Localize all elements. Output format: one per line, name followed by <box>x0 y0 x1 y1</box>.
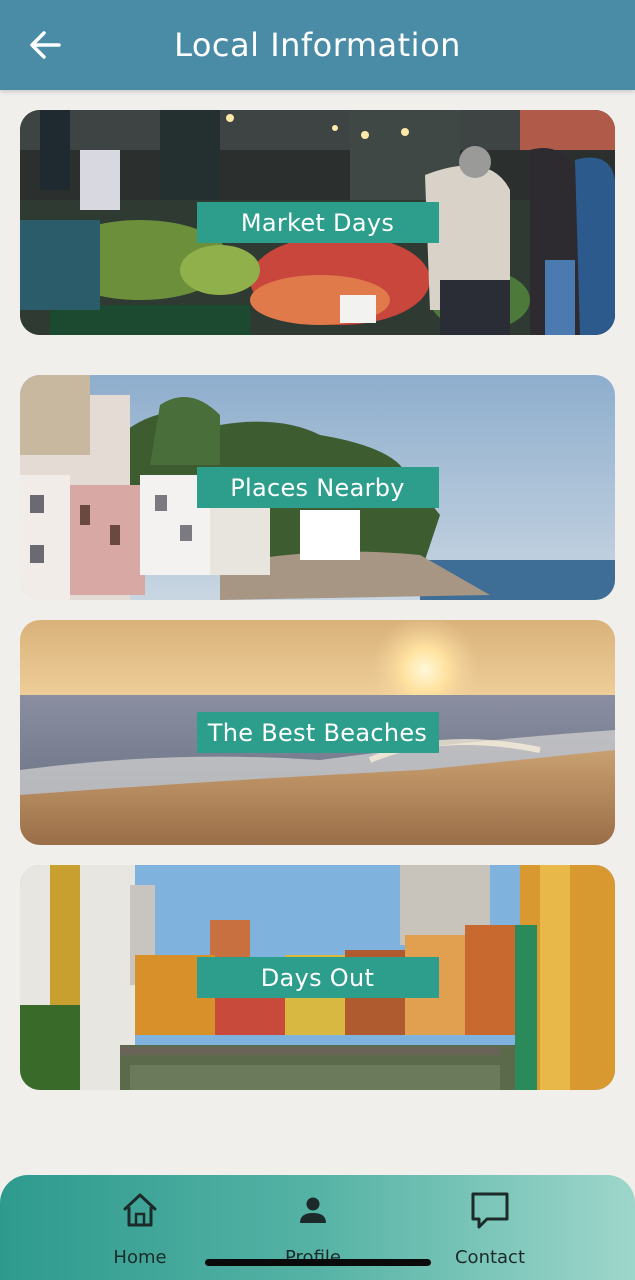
nav-label-home: Home <box>113 1247 167 1268</box>
person-icon <box>300 1197 326 1223</box>
app-header: Local Information <box>0 0 635 90</box>
home-indicator <box>205 1259 431 1266</box>
nav-item-home[interactable]: Home <box>80 1185 200 1270</box>
chat-bubble-icon <box>471 1192 509 1229</box>
card-label: Places Nearby <box>196 467 439 508</box>
card-places-nearby[interactable]: Places Nearby <box>20 375 615 600</box>
nav-item-profile[interactable]: Profile <box>253 1185 373 1270</box>
home-icon <box>123 1193 157 1227</box>
card-days-out[interactable]: Days Out <box>20 865 615 1090</box>
card-label: Days Out <box>196 957 439 998</box>
nav-label-contact: Contact <box>454 1247 526 1268</box>
card-best-beaches[interactable]: The Best Beaches <box>20 620 615 845</box>
nav-item-contact[interactable]: Contact <box>430 1185 550 1270</box>
card-label: Market Days <box>196 202 439 243</box>
card-market-days[interactable]: Market Days <box>20 110 615 335</box>
card-label: The Best Beaches <box>196 712 439 753</box>
page-title: Local Information <box>174 26 461 64</box>
